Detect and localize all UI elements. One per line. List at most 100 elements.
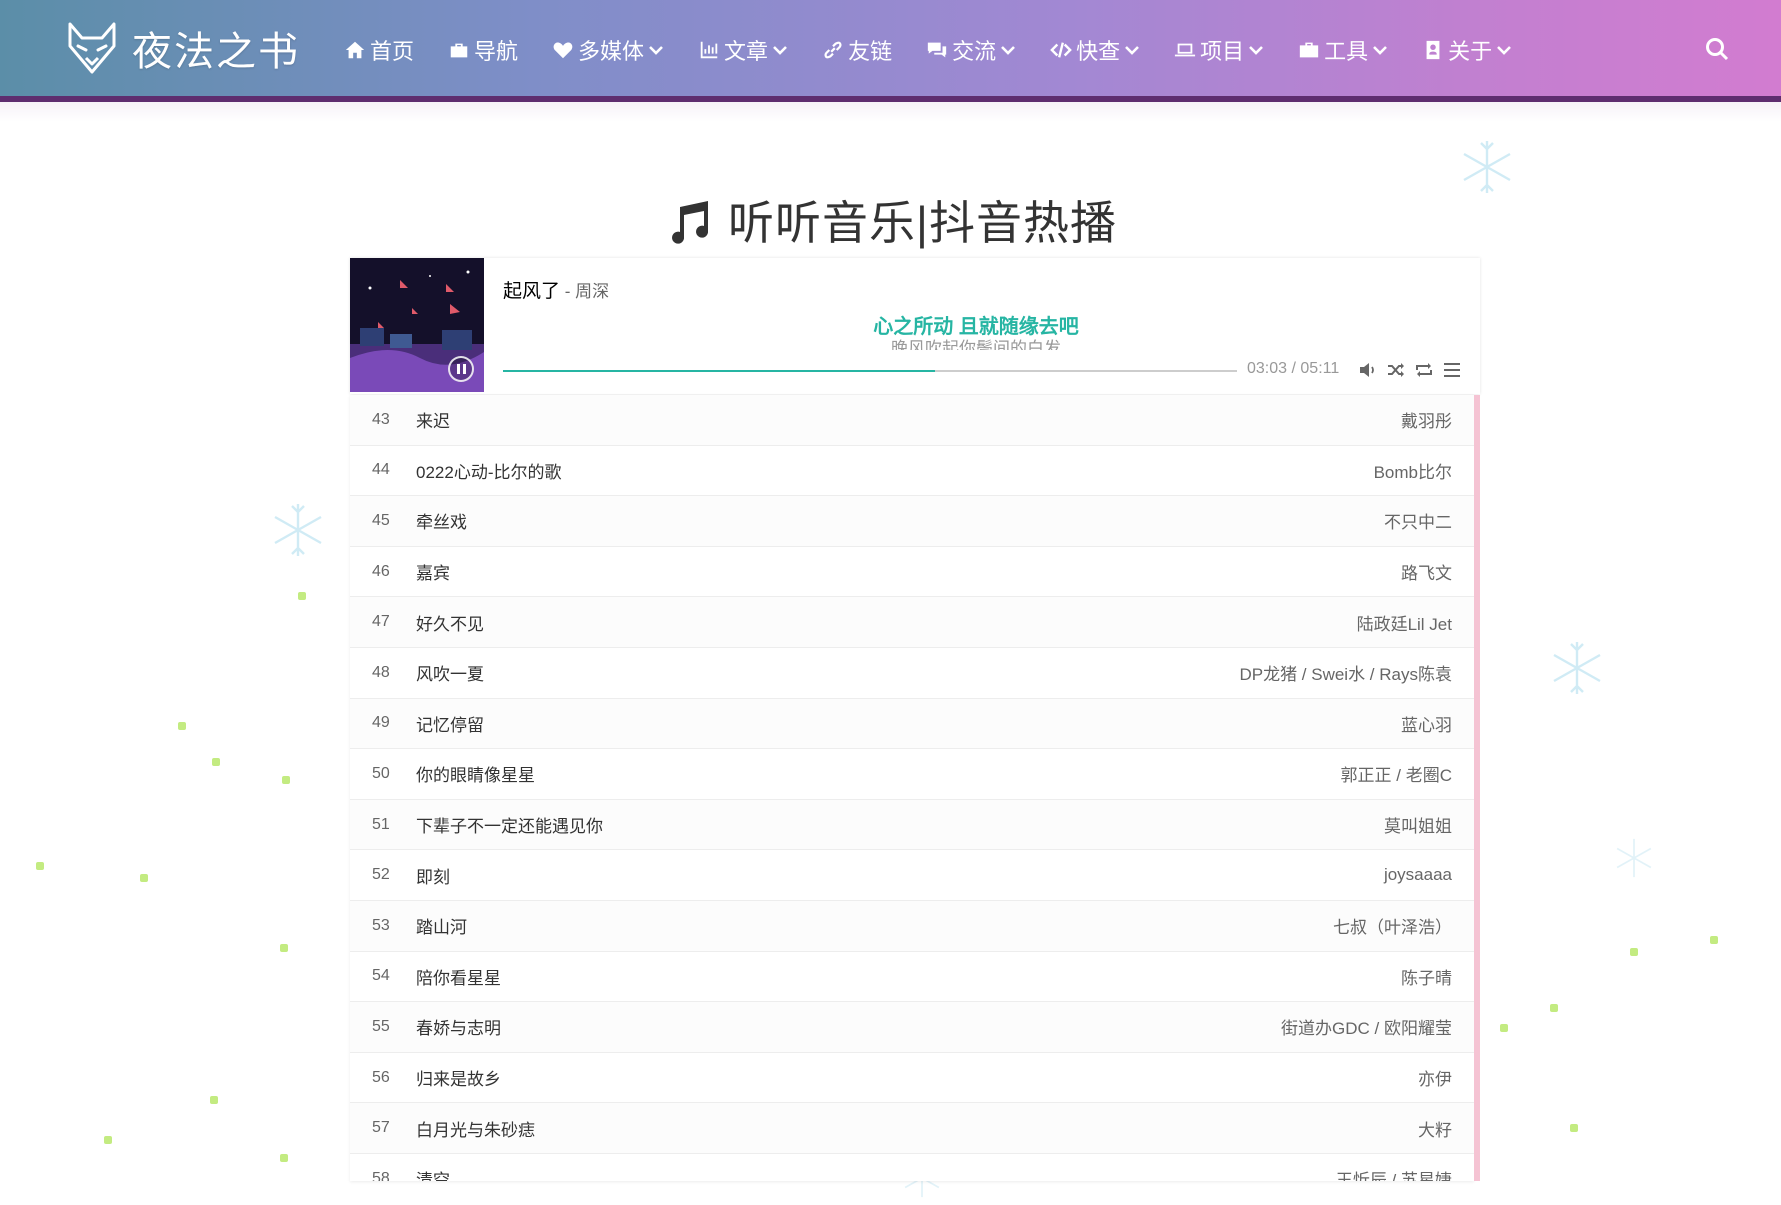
playlist-item-index: 48	[372, 663, 390, 681]
site-logo[interactable]: 夜法之书	[64, 18, 300, 78]
progress-bar-fill	[503, 370, 935, 372]
snow-dot	[1710, 936, 1718, 944]
playlist-item-index: 51	[372, 815, 390, 833]
playlist-item[interactable]: 44 0222心动-比尔的歌 Bomb比尔	[350, 445, 1474, 497]
nav-item-projects[interactable]: 项目	[1174, 34, 1264, 66]
playlist-item-author: 王忻辰 / 苏星婕	[1335, 1171, 1452, 1181]
playlist-item[interactable]: 54 陪你看星星 陈子晴	[350, 951, 1474, 1003]
chevron-down-icon	[773, 46, 787, 55]
playlist-item-title: 白月光与朱砂痣	[416, 1120, 535, 1140]
nav-item-label: 快查	[1076, 39, 1121, 64]
page-title-text: 听听音乐|抖音热播	[728, 196, 1117, 249]
briefcase-icon	[450, 43, 468, 58]
playlist-item[interactable]: 52 即刻 joysaaaa	[350, 850, 1474, 901]
playlist-item-index: 45	[372, 511, 390, 529]
snow-dot	[1500, 1024, 1508, 1032]
music-note-icon	[672, 200, 709, 244]
playlist-item[interactable]: 43 来迟 戴羽彤	[350, 395, 1474, 446]
playlist-item-author: 路飞文	[1401, 564, 1452, 584]
snow-dot	[298, 592, 306, 600]
playlist-item[interactable]: 47 好久不见 陆政廷Lil Jet	[350, 597, 1474, 648]
playlist-item[interactable]: 57 白月光与朱砂痣 大籽	[350, 1103, 1474, 1154]
nav-item-label: 多媒体	[578, 39, 645, 64]
nav-item-friend-links[interactable]: 友链	[822, 34, 892, 66]
playlist-item[interactable]: 45 牵丝戏 不只中二	[350, 496, 1474, 547]
snow-dot	[1550, 1004, 1558, 1012]
time-total: 05:11	[1300, 360, 1340, 377]
playlist-item[interactable]: 56 归来是故乡 亦伊	[350, 1052, 1474, 1104]
playlist-item-title: 即刻	[416, 867, 450, 887]
shuffle-icon	[1388, 363, 1404, 377]
album-cover[interactable]	[350, 258, 484, 392]
snow-dot	[178, 722, 186, 730]
nav-item-label: 工具	[1324, 39, 1369, 64]
chevron-down-icon	[1001, 46, 1016, 55]
snow-dot	[140, 874, 148, 882]
playlist-item-author: 大籽	[1418, 1120, 1452, 1140]
lyric-next-line: 晚风吹起你鬓间的白发	[891, 339, 1061, 350]
volume-button[interactable]	[1358, 360, 1378, 380]
site-logo-text: 夜法之书	[132, 29, 300, 75]
playlist-item[interactable]: 51 下辈子不一定还能遇见你 莫叫姐姐	[350, 799, 1474, 851]
playlist-item[interactable]: 49 记忆停留 蓝心羽	[350, 698, 1474, 750]
nav-item-label: 导航	[474, 39, 519, 64]
nav-item-multimedia[interactable]: 多媒体	[552, 34, 664, 66]
playlist-item-author: 戴羽彤	[1401, 412, 1452, 432]
playlist-item-title: 陪你看星星	[416, 968, 501, 988]
heart-icon	[553, 42, 573, 59]
chevron-down-icon	[1249, 46, 1264, 55]
progress-bar[interactable]	[503, 370, 1237, 372]
pause-button[interactable]	[448, 356, 474, 382]
music-player: 起风了 - 周深 心之所动 且就随缘去吧 晚风吹起你鬓间的白发 03:03 / …	[350, 258, 1480, 394]
nav-item-tools[interactable]: 工具	[1298, 34, 1388, 66]
snowflake-decoration	[1547, 638, 1607, 698]
playlist-item-index: 53	[372, 916, 390, 934]
nav-item-home[interactable]: 首页	[344, 34, 414, 66]
playlist-item[interactable]: 58 清空 王忻辰 / 苏星婕	[350, 1153, 1474, 1181]
toolbox-icon	[1299, 42, 1319, 58]
laptop-icon	[1175, 43, 1196, 57]
playlist-item-author: 郭正正 / 老圈C	[1340, 766, 1452, 786]
playlist-item[interactable]: 46 嘉宾 路飞文	[350, 546, 1474, 598]
playlist-item[interactable]: 53 踏山河 七叔（叶泽浩）	[350, 900, 1474, 952]
repeat-button[interactable]	[1414, 360, 1434, 380]
playlist-item[interactable]: 48 风吹一夏 DP龙猪 / Swei水 / Rays陈袁	[350, 647, 1474, 699]
playlist-item-author: 陈子晴	[1401, 968, 1452, 988]
playlist-item[interactable]: 55 春娇与志明 街道办GDC / 欧阳耀莹	[350, 1002, 1474, 1053]
nav-item-communication[interactable]: 交流	[926, 34, 1016, 66]
playlist-item-title: 踏山河	[416, 918, 467, 938]
nav-item-navigation[interactable]: 导航	[448, 34, 518, 66]
playlist-item-index: 58	[372, 1169, 390, 1181]
search-button[interactable]	[1704, 36, 1730, 62]
playlist-item-index: 52	[372, 866, 390, 884]
shuffle-button[interactable]	[1386, 360, 1406, 380]
playlist-item[interactable]: 50 你的眼睛像星星 郭正正 / 老圈C	[350, 749, 1474, 800]
playlist-item-title: 风吹一夏	[416, 665, 484, 685]
chevron-down-icon	[1497, 46, 1512, 55]
playlist-item-author: 陆政廷Lil Jet	[1356, 614, 1452, 634]
comments-icon	[927, 42, 947, 58]
playlist-item-title: 来迟	[416, 412, 450, 432]
playlist-item-title: 清空	[416, 1171, 450, 1181]
playlist-toggle-button[interactable]	[1442, 360, 1462, 380]
playlist-item-title: 下辈子不一定还能遇见你	[416, 817, 603, 837]
playlist-item-index: 46	[372, 562, 390, 580]
navbar-shadow	[0, 102, 1781, 122]
nav-item-quick-lookup[interactable]: 快查	[1050, 34, 1140, 66]
playlist-scrollbar[interactable]	[1474, 395, 1480, 1181]
contact-card-icon	[1426, 40, 1440, 60]
playlist-item-author: DP龙猪 / Swei水 / Rays陈袁	[1239, 665, 1452, 685]
playlist-item-index: 47	[372, 613, 390, 631]
snow-dot	[210, 1096, 218, 1104]
playlist-item-title: 0222心动-比尔的歌	[416, 462, 562, 482]
time-separator: /	[1287, 360, 1301, 377]
playlist-item-author: joysaaaa	[1383, 865, 1452, 885]
playlist-item-title: 记忆停留	[416, 715, 484, 735]
snow-dot	[1630, 948, 1638, 956]
playlist-item-title: 嘉宾	[416, 564, 450, 584]
snowflake-decoration	[1612, 836, 1656, 880]
nav-item-articles[interactable]: 文章	[698, 34, 788, 66]
nav-item-label: 关于	[1448, 39, 1493, 64]
search-icon	[1706, 38, 1729, 61]
nav-item-about[interactable]: 关于	[1422, 34, 1512, 66]
